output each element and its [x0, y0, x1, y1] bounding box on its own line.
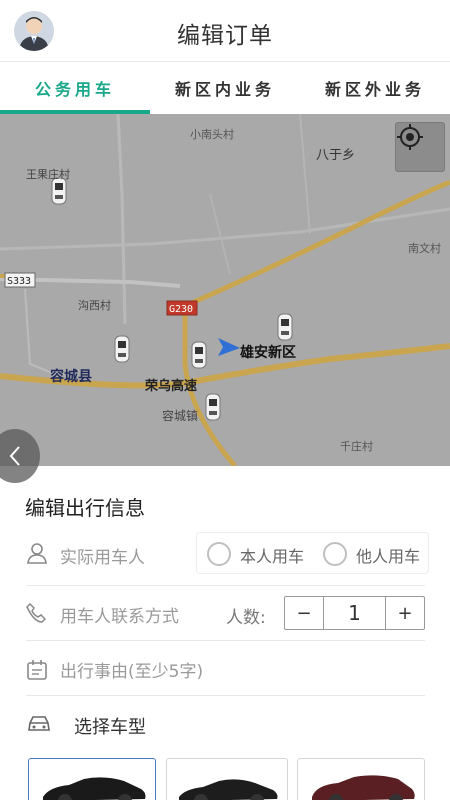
- phone-icon: [26, 603, 46, 623]
- map-label: G230: [169, 304, 193, 315]
- map-label: 小南头村: [190, 127, 234, 141]
- radio-self-label[interactable]: 本人用车: [240, 543, 304, 567]
- section-title: 编辑出行信息: [25, 496, 145, 520]
- tab-inside-district[interactable]: 新区内业务: [150, 62, 300, 114]
- vehicle-marker: [205, 393, 221, 421]
- decrement-button[interactable]: −: [285, 597, 323, 629]
- map-view[interactable]: 小南头村 八于乡 王果庄村 南文村 S333 沟西村 G230 雄安新区 容城县…: [0, 114, 450, 466]
- tab-outside-district[interactable]: 新区外业务: [300, 62, 450, 114]
- app-header: 编辑订单: [0, 0, 450, 62]
- map-label: 荣乌高速: [144, 378, 197, 394]
- radio-self[interactable]: [207, 542, 231, 566]
- increment-button[interactable]: +: [386, 597, 424, 629]
- car-type-list: [28, 758, 428, 800]
- page-title: 编辑订单: [177, 23, 273, 49]
- passenger-count-stepper: − 1 +: [284, 596, 425, 630]
- radio-other-label[interactable]: 他人用车: [356, 543, 420, 567]
- map-label: 容城镇: [162, 408, 198, 423]
- reason-row: 出行事由(至少5字): [26, 641, 425, 696]
- current-location-arrow: [218, 338, 240, 356]
- vehicle-marker: [114, 335, 130, 363]
- car-option-sedan[interactable]: [166, 758, 288, 800]
- vehicle-marker: [51, 177, 67, 205]
- vehicle-marker: [277, 313, 293, 341]
- car-type-label: 选择车型: [74, 717, 146, 738]
- reason-input[interactable]: 出行事由(至少5字): [60, 657, 203, 682]
- passenger-count-value[interactable]: 1: [323, 597, 386, 629]
- person-icon: [27, 543, 47, 564]
- map-label: 容城县: [49, 368, 92, 385]
- map-label: 王果庄村: [26, 167, 70, 181]
- crosshair-icon: [397, 124, 423, 150]
- passenger-input[interactable]: 实际用车人: [60, 543, 145, 568]
- car-option-suv[interactable]: [28, 758, 156, 800]
- map-label: 雄安新区: [239, 344, 296, 361]
- map-label: 沟西村: [78, 298, 111, 312]
- service-tabs: 公务用车 新区内业务 新区外业务: [0, 62, 450, 114]
- contact-input[interactable]: 用车人联系方式: [60, 602, 179, 627]
- car-option-mpv[interactable]: [297, 758, 425, 800]
- calendar-icon: [27, 660, 47, 680]
- vehicle-marker: [191, 341, 207, 369]
- passenger-count-label: 人数:: [226, 608, 266, 628]
- map-label: 千庄村: [340, 439, 373, 453]
- map-label: S333: [7, 276, 31, 287]
- chevron-left-icon: [9, 446, 20, 466]
- map-label: 南文村: [408, 241, 441, 255]
- passenger-type-selector: 本人用车 他人用车: [196, 532, 429, 574]
- map-label: 八于乡: [316, 148, 355, 163]
- locate-button[interactable]: [395, 122, 445, 172]
- radio-other[interactable]: [323, 542, 347, 566]
- car-icon: [28, 716, 50, 731]
- tab-official-car[interactable]: 公务用车: [0, 62, 150, 114]
